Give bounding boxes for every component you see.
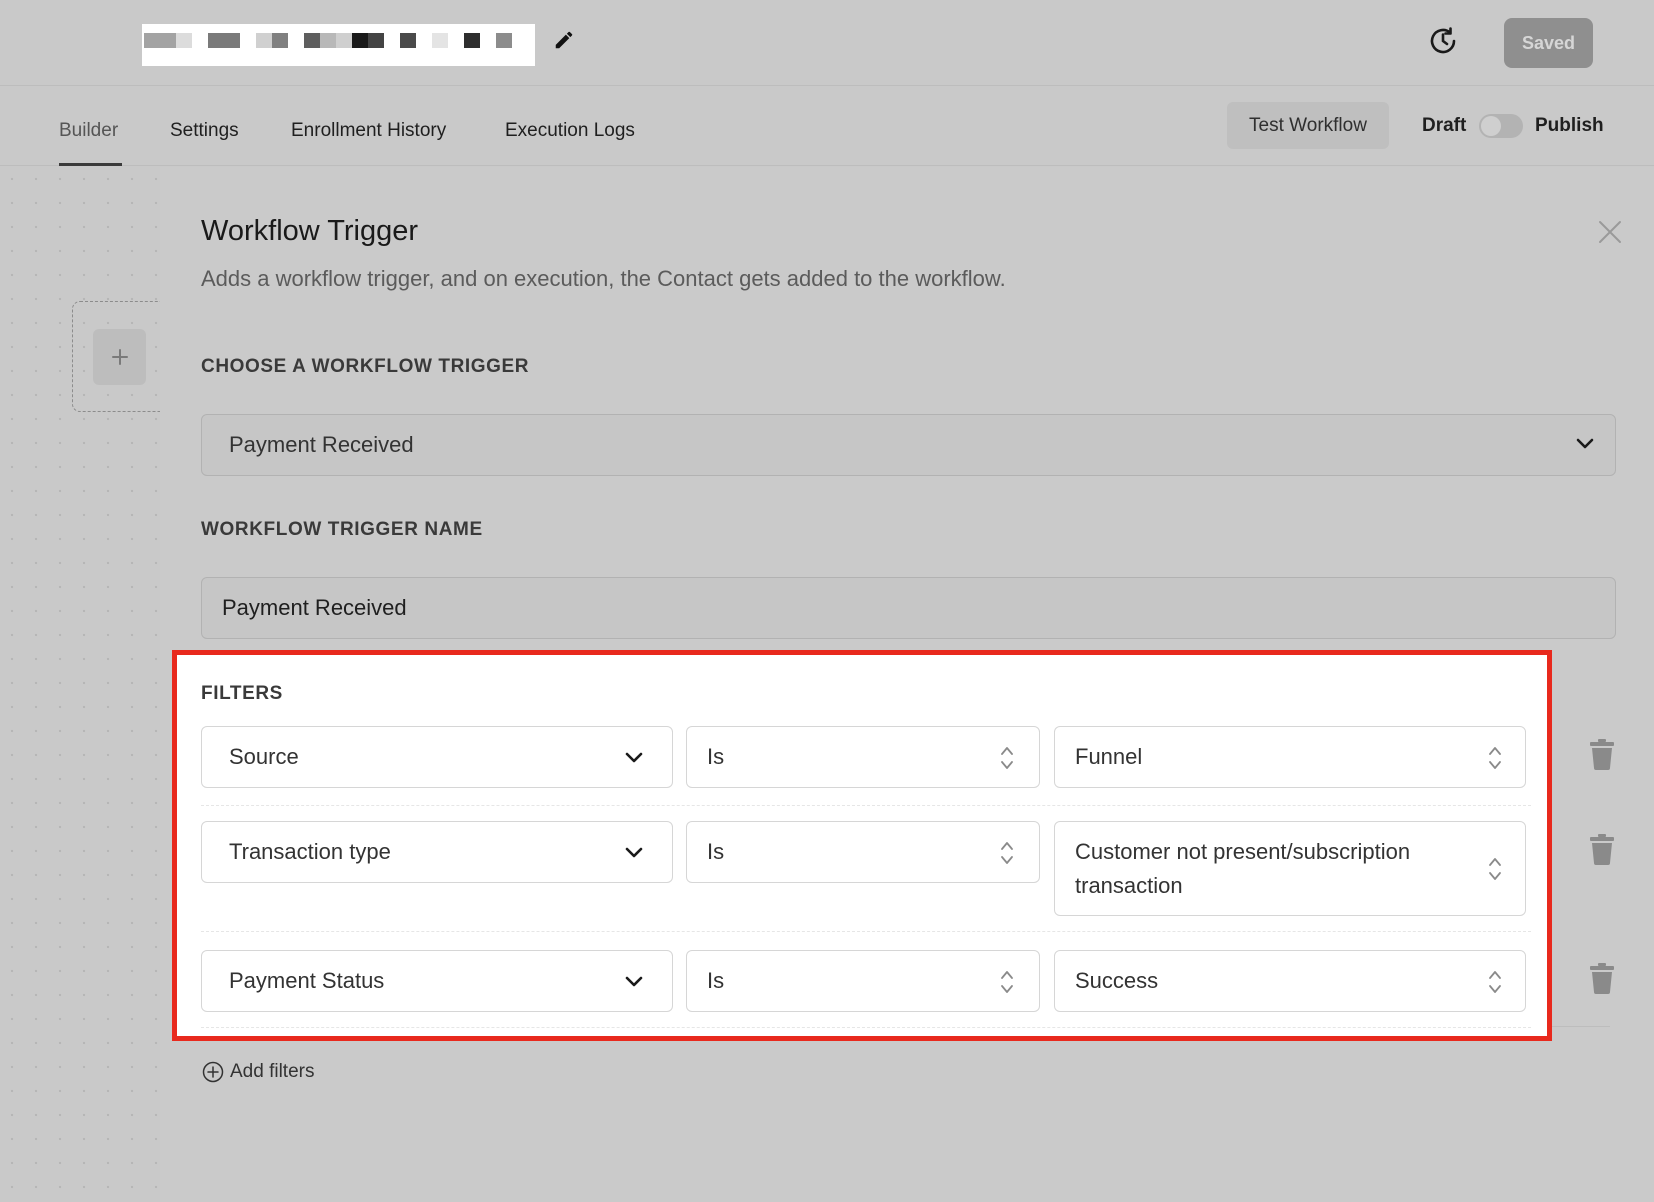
filters-section: FILTERS Source Is Funnel Transaction typ…	[172, 650, 1552, 1041]
plus-icon	[111, 349, 128, 365]
add-filters-label: Add filters	[230, 1061, 315, 1082]
filter-value-select[interactable]: Customer not present/subscription transa…	[1054, 821, 1526, 916]
filter-value: Customer not present/subscription transa…	[1075, 839, 1411, 898]
filter-value-select[interactable]: Success	[1054, 950, 1526, 1012]
drawer-subtitle: Adds a workflow trigger, and on executio…	[201, 266, 1006, 291]
redaction-block	[336, 33, 352, 48]
tab-execution-logs[interactable]: Execution Logs	[505, 120, 635, 142]
filter-operator-select[interactable]: Is	[686, 726, 1040, 788]
filter-value: Funnel	[1075, 744, 1143, 769]
delete-filter-button[interactable]	[1588, 737, 1616, 771]
filter-operator-value: Is	[707, 744, 725, 769]
filter-field-value: Transaction type	[229, 839, 391, 864]
chevron-down-icon	[625, 752, 643, 763]
delete-filter-button[interactable]	[1588, 832, 1616, 866]
filter-operator-value: Is	[707, 968, 725, 993]
divider	[201, 1027, 1531, 1028]
pencil-icon	[555, 31, 573, 49]
filter-value: Success	[1075, 968, 1159, 993]
close-icon	[1599, 221, 1621, 243]
top-bar: Saved	[0, 0, 1654, 86]
close-drawer-button[interactable]	[1595, 217, 1625, 247]
history-icon	[1430, 27, 1456, 54]
updown-icon	[1489, 747, 1501, 769]
trash-icon	[1590, 834, 1614, 865]
trigger-name-label: WORKFLOW TRIGGER NAME	[201, 519, 483, 540]
publish-label: Publish	[1535, 115, 1604, 136]
choose-trigger-label: CHOOSE A WORKFLOW TRIGGER	[201, 356, 530, 377]
version-history-button[interactable]	[1425, 23, 1461, 59]
tab-bar: Builder Settings Enrollment History Exec…	[0, 86, 1654, 166]
redaction-block	[304, 33, 320, 48]
updown-icon	[1001, 971, 1013, 993]
redaction-block	[400, 33, 416, 48]
workflow-name-redacted[interactable]	[142, 24, 535, 66]
plus-circle-icon	[202, 1061, 224, 1083]
divider	[201, 805, 1531, 806]
filter-operator-select[interactable]: Is	[686, 950, 1040, 1012]
redaction-block	[432, 33, 448, 48]
updown-icon	[1001, 747, 1013, 769]
add-filters-button[interactable]: Add filters	[202, 1061, 314, 1083]
redaction-block	[464, 33, 480, 48]
tab-settings[interactable]: Settings	[170, 120, 239, 142]
redaction-block	[208, 33, 240, 48]
updown-icon	[1001, 842, 1013, 864]
filter-field-select[interactable]: Payment Status	[201, 950, 673, 1012]
add-trigger-button[interactable]	[93, 329, 146, 385]
redaction-block	[256, 33, 272, 48]
divider	[1552, 1026, 1610, 1027]
test-workflow-button[interactable]: Test Workflow	[1227, 102, 1389, 149]
draft-label: Draft	[1422, 115, 1467, 136]
filter-field-select[interactable]: Source	[201, 726, 673, 788]
redaction-block	[496, 33, 512, 48]
filter-operator-select[interactable]: Is	[686, 821, 1040, 883]
edit-name-button[interactable]	[551, 27, 577, 53]
tab-enrollment-history[interactable]: Enrollment History	[291, 120, 446, 142]
updown-icon	[1489, 971, 1501, 993]
redaction-block	[320, 33, 336, 48]
updown-icon	[1489, 858, 1501, 880]
trash-icon	[1590, 963, 1614, 994]
drawer-title: Workflow Trigger	[201, 215, 419, 247]
filter-field-value: Payment Status	[229, 968, 385, 993]
redaction-block	[272, 33, 288, 48]
delete-filter-button[interactable]	[1588, 961, 1616, 995]
redaction-block	[176, 33, 192, 48]
toggle-knob	[1481, 116, 1501, 136]
redaction-block	[144, 33, 176, 48]
saved-button[interactable]: Saved	[1504, 18, 1593, 68]
divider	[201, 931, 1531, 932]
filter-value-select[interactable]: Funnel	[1054, 726, 1526, 788]
filter-operator-value: Is	[707, 839, 725, 864]
active-tab-indicator	[59, 163, 122, 166]
filter-field-value: Source	[229, 744, 299, 769]
chevron-down-icon	[625, 976, 643, 987]
trigger-select[interactable]: Payment Received	[201, 414, 1616, 476]
tab-builder[interactable]: Builder	[59, 120, 118, 142]
redaction-block	[352, 33, 368, 48]
publish-toggle[interactable]	[1479, 114, 1523, 138]
trigger-select-value: Payment Received	[229, 432, 414, 457]
filters-label: FILTERS	[201, 683, 283, 704]
trigger-name-input[interactable]	[201, 577, 1616, 639]
filter-field-select[interactable]: Transaction type	[201, 821, 673, 883]
chevron-down-icon	[625, 847, 643, 858]
trash-icon	[1590, 739, 1614, 770]
chevron-down-icon	[1576, 438, 1594, 449]
redaction-block	[368, 33, 384, 48]
